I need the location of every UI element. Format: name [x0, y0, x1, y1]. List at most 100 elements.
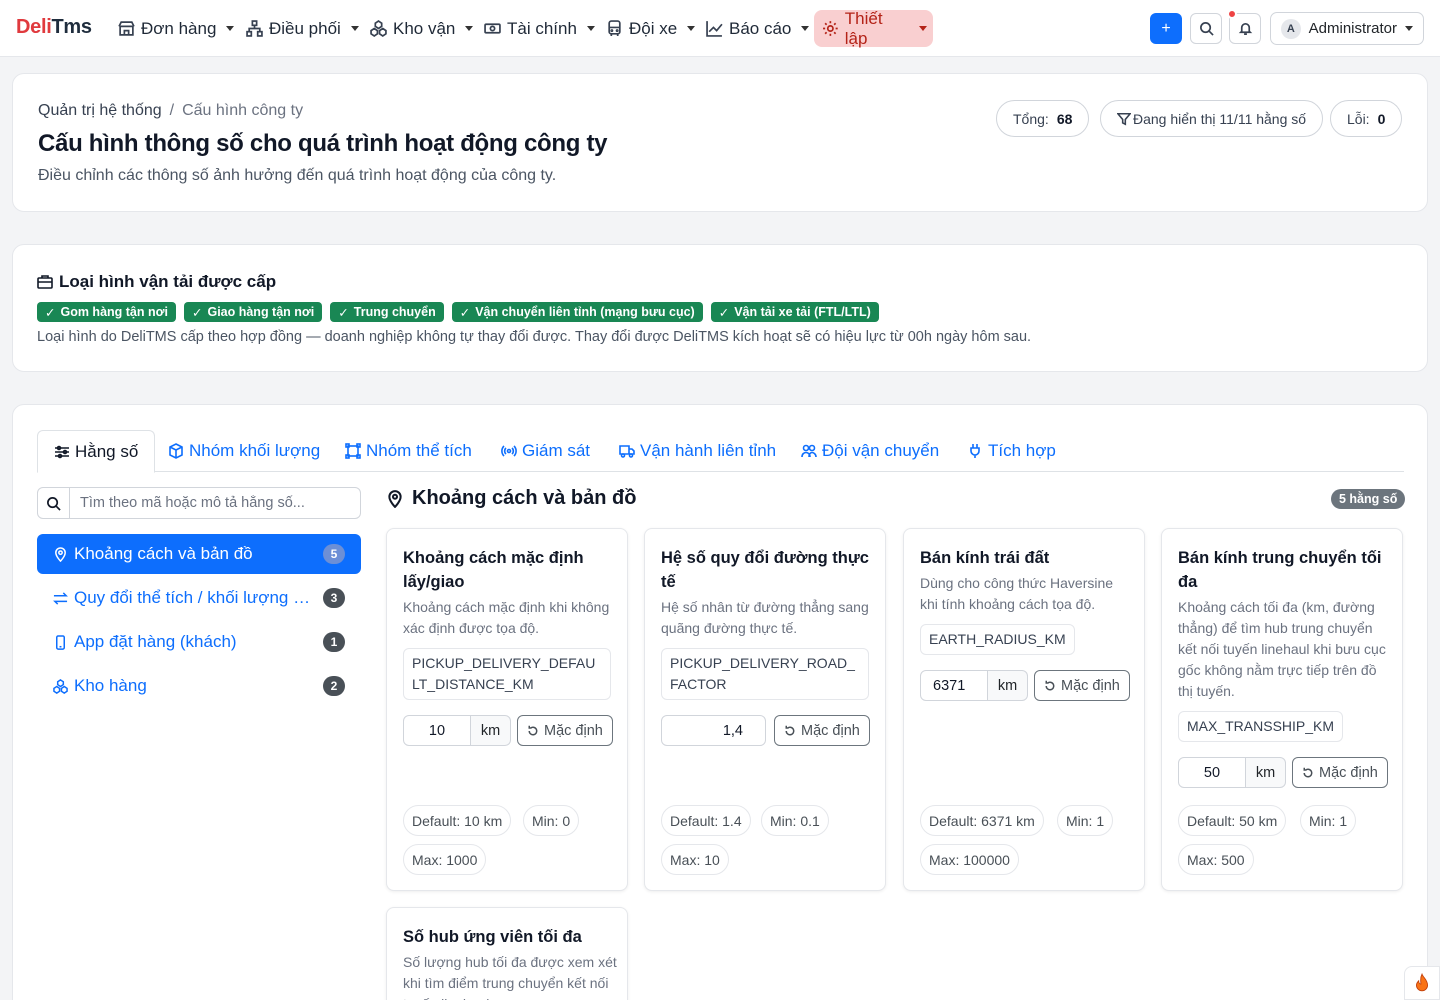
reset-icon	[528, 725, 538, 735]
gear-icon	[823, 21, 838, 36]
param-code: EARTH_RADIUS_KM	[920, 624, 1075, 655]
tab-transport-team[interactable]: Đội vận chuyển	[785, 430, 955, 472]
filter-pill[interactable]: Đang hiển thị 11/11 hằng số	[1100, 100, 1324, 137]
param-title: Bán kính trung chuyển tối đa	[1178, 549, 1382, 591]
param-value-input[interactable]: 50	[1178, 757, 1246, 788]
user-menu-button[interactable]: A Administrator	[1270, 12, 1424, 45]
constants-card: Hằng số Nhóm khối lượng Nhóm thể tích Gi…	[12, 404, 1428, 1000]
param-card: Bán kính trung chuyển tối đa Khoảng cách…	[1161, 528, 1403, 891]
briefcase-icon	[37, 275, 53, 289]
breadcrumb-root[interactable]: Quản trị hệ thống	[38, 102, 162, 120]
transport-tag: ✓ Trung chuyển	[330, 302, 444, 322]
param-unit: km	[1246, 757, 1286, 788]
sidebar-item-customer-app[interactable]: App đặt hàng (khách) 1	[37, 622, 361, 662]
sidebar-item-distance-map[interactable]: Khoảng cách và bản đồ 5	[37, 534, 361, 574]
tab-volume-groups[interactable]: Nhóm thể tích	[329, 430, 488, 472]
geo-pin-icon	[388, 489, 402, 508]
param-card: Bán kính trái đất Dùng cho công thức Hav…	[903, 528, 1145, 891]
param-unit: km	[471, 715, 511, 746]
box-icon	[169, 443, 183, 459]
param-default: Default: 50 km	[1178, 805, 1287, 836]
constant-search	[37, 487, 361, 519]
transport-tag: ✓ Vận tải xe tải (FTL/LTL)	[710, 302, 879, 322]
chevron-down-icon	[801, 26, 810, 31]
reset-icon	[1303, 767, 1313, 777]
param-description: Hệ số nhân từ đường thẳng sang quãng đườ…	[661, 599, 869, 636]
transport-tag: ✓ Gom hàng tận nơi	[37, 302, 176, 322]
boxes-icon	[370, 20, 387, 37]
param-min: Min: 0.1	[761, 805, 829, 836]
param-title: Khoảng cách mặc định lấy/giao	[403, 549, 584, 591]
tab-monitoring[interactable]: Giám sát	[485, 430, 606, 472]
plug-icon	[970, 444, 980, 458]
nav-dispatch[interactable]: Điều phối	[240, 10, 365, 47]
fire-widget-button[interactable]	[1404, 966, 1440, 1000]
transport-title: Loại hình vận tải được cấp	[37, 272, 276, 292]
transport-types-card: Loại hình vận tải được cấp ✓ Gom hàng tận…	[12, 244, 1428, 372]
chevron-down-icon	[586, 26, 595, 31]
param-max: Max: 10	[661, 844, 729, 875]
transport-tags: ✓ Gom hàng tận nơi ✓ Giao hàng tận nơi ✓ Tr…	[37, 302, 879, 322]
param-input-group: 50 km Mặc định	[1178, 757, 1388, 788]
nav-reports[interactable]: Báo cáo	[700, 10, 815, 47]
reset-default-button[interactable]: Mặc định	[1292, 757, 1388, 788]
param-default: Default: 1.4	[661, 805, 751, 836]
broadcast-icon	[501, 445, 517, 457]
top-navbar: DeliTms Đơn hàng Điều phối Kho vận Tài c…	[0, 0, 1440, 57]
plus-icon: +	[1161, 19, 1171, 37]
geo-pin-icon	[55, 546, 66, 562]
param-value-input[interactable]: 6371	[920, 670, 988, 701]
nav-warehouse[interactable]: Kho vận	[364, 10, 479, 47]
sidebar-item-warehouse[interactable]: Kho hàng 2	[37, 666, 361, 706]
param-value-input[interactable]: 10	[403, 715, 471, 746]
tab-constants[interactable]: Hằng số	[37, 430, 156, 473]
transport-note: Loại hình do DeliTMS cấp theo hợp đồng —…	[37, 329, 1032, 345]
param-min: Min: 0	[523, 805, 580, 836]
param-default: Default: 10 km	[403, 805, 512, 836]
chevron-down-icon	[919, 26, 927, 31]
param-card: Khoảng cách mặc định lấy/giao Khoảng các…	[386, 528, 628, 891]
param-input-group: 6371 km Mặc định	[920, 670, 1130, 701]
nav-settings[interactable]: Thiết lập	[814, 9, 933, 48]
total-pill: Tổng: 68	[996, 100, 1090, 137]
search-input[interactable]	[70, 488, 360, 518]
add-button[interactable]: +	[1150, 13, 1182, 44]
diagram-icon	[246, 20, 263, 37]
brand-logo[interactable]: DeliTms	[16, 16, 92, 39]
param-input-group: 10 km Mặc định	[403, 715, 613, 746]
sidebar-item-volume-weight[interactable]: Quy đổi thể tích / khối lượng hàng 3	[37, 578, 361, 618]
nav-finance[interactable]: Tài chính	[478, 10, 601, 47]
funnel-icon	[1117, 112, 1131, 126]
chevron-down-icon	[1405, 26, 1413, 31]
page-subtitle: Điều chỉnh các thông số ảnh hưởng đến qu…	[38, 167, 557, 184]
search-icon	[1199, 22, 1214, 36]
tab-weight-groups[interactable]: Nhóm khối lượng	[152, 430, 336, 472]
reset-default-button[interactable]: Mặc định	[1034, 670, 1130, 701]
param-description: Số lượng hub tối đa được xem xét khi tìm…	[403, 954, 617, 1000]
param-description: Dùng cho công thức Haversine khi tính kh…	[920, 575, 1114, 612]
graph-icon	[706, 21, 723, 37]
truck-icon	[619, 445, 635, 458]
tab-bar: Hằng số Nhóm khối lượng Nhóm thể tích Gi…	[37, 430, 1404, 473]
param-title: Hệ số quy đổi đường thực tế	[661, 549, 869, 591]
param-min: Min: 1	[1057, 805, 1114, 836]
user-name: Administrator	[1308, 20, 1397, 37]
search-button[interactable]	[1190, 13, 1222, 44]
check-icon: ✓	[191, 305, 203, 320]
param-max: Max: 1000	[403, 844, 487, 875]
param-code: MAX_TRANSSHIP_KM	[1178, 711, 1344, 742]
param-max: Max: 500	[1178, 844, 1254, 875]
param-value-input[interactable]: 1,4	[661, 715, 766, 746]
chevron-down-icon	[226, 26, 235, 31]
reset-default-button[interactable]: Mặc định	[517, 715, 613, 746]
bounding-box-icon	[345, 443, 361, 459]
nav-orders[interactable]: Đơn hàng	[112, 10, 240, 47]
chevron-down-icon	[687, 26, 696, 31]
tab-interprovince[interactable]: Vận hành liên tỉnh	[603, 430, 792, 472]
param-description: Khoảng cách mặc định khi không xác định …	[403, 599, 610, 636]
transport-tag: ✓ Giao hàng tận nơi	[183, 302, 323, 322]
tab-integration[interactable]: Tích hợp	[951, 430, 1072, 472]
nav-fleet[interactable]: Đội xe	[600, 10, 701, 47]
reset-default-button[interactable]: Mặc định	[774, 715, 870, 746]
param-title: Bán kính trái đất	[920, 549, 1050, 567]
